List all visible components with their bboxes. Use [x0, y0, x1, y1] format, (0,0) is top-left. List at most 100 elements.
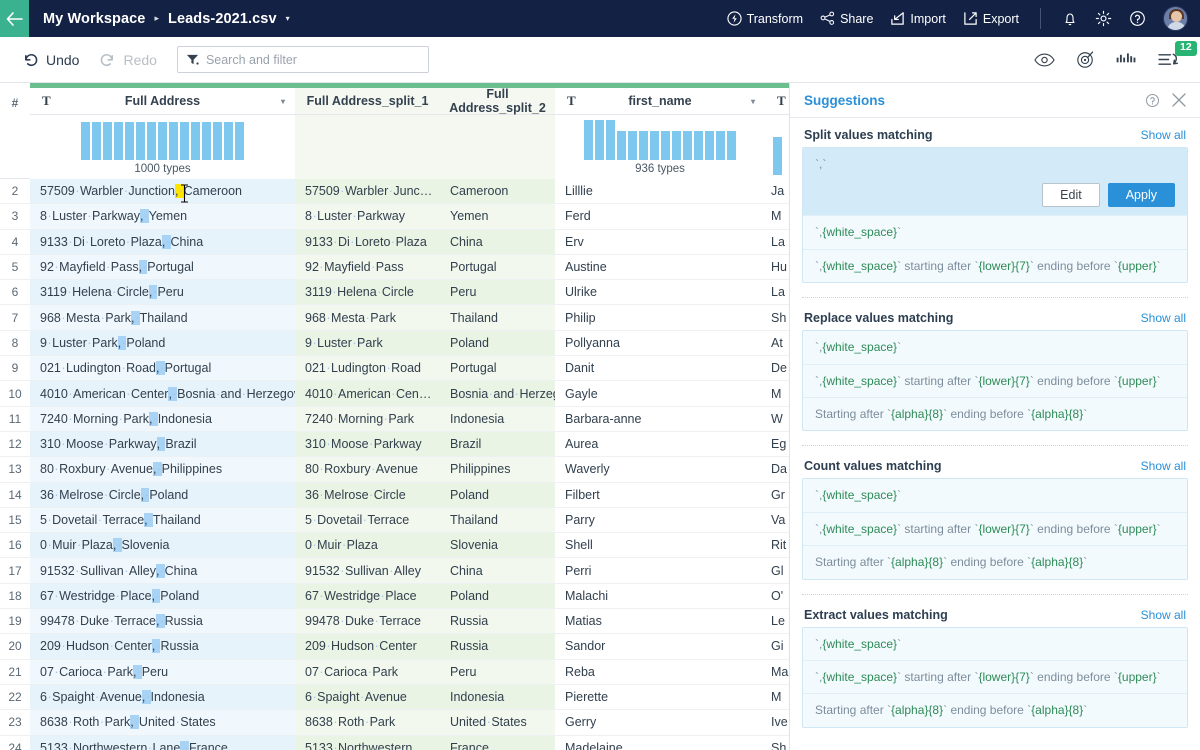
- cell-full-address[interactable]: 9·Luster·Park,·Poland: [30, 331, 295, 356]
- cell-full-address-split-2[interactable]: Portugal: [440, 255, 555, 280]
- chevron-down-icon[interactable]: ▾: [751, 97, 755, 106]
- cell-first-name[interactable]: Sandor: [555, 634, 765, 659]
- cell-full-address-split-1[interactable]: 209·Hudson·Center: [295, 634, 440, 659]
- cell-first-name[interactable]: Pollyanna: [555, 331, 765, 356]
- edit-button[interactable]: Edit: [1042, 183, 1100, 207]
- cell-full-address-split-1[interactable]: 8638·Roth·Park: [295, 710, 440, 735]
- cell-full-address[interactable]: 968·Mesta·Park,·Thailand: [30, 305, 295, 330]
- cell-first-name[interactable]: Reba: [555, 660, 765, 685]
- column-title-bar[interactable]: TFull Address▾: [30, 88, 295, 115]
- cell-full-address-split-2[interactable]: Peru: [440, 660, 555, 685]
- table-row[interactable]: 9021·Ludington·Road,·Portugal021·Ludingt…: [0, 356, 789, 381]
- import-button[interactable]: Import: [890, 11, 945, 26]
- cell-full-address-split-1[interactable]: 80·Roxbury·Avenue: [295, 457, 440, 482]
- matched-separator[interactable]: ,·: [149, 285, 158, 299]
- cell-full-address[interactable]: 57509·Warbler·Junction,·Cameroon: [30, 179, 295, 204]
- export-button[interactable]: Export: [963, 11, 1019, 26]
- cell-last-name[interactable]: Rit: [765, 533, 790, 558]
- matched-separator[interactable]: ,·: [156, 564, 165, 578]
- help-circle-icon[interactable]: [1145, 93, 1160, 108]
- cell-full-address-split-2[interactable]: Philippines: [440, 457, 555, 482]
- cell-first-name[interactable]: Ferd: [555, 204, 765, 229]
- cell-last-name[interactable]: De: [765, 356, 790, 381]
- breadcrumb-file[interactable]: Leads-2021.csv: [168, 11, 277, 27]
- cell-full-address-split-2[interactable]: China: [440, 230, 555, 255]
- cell-last-name[interactable]: Hu: [765, 255, 790, 280]
- avatar[interactable]: [1163, 6, 1188, 31]
- cell-full-address-split-1[interactable]: 92·Mayfield·Pass: [295, 255, 440, 280]
- target-icon[interactable]: [1076, 50, 1095, 69]
- cell-first-name[interactable]: Danit: [555, 356, 765, 381]
- cell-last-name[interactable]: W: [765, 407, 790, 432]
- matched-separator[interactable]: ,·: [156, 614, 165, 628]
- cell-first-name[interactable]: Barbara-anne: [555, 407, 765, 432]
- matched-separator[interactable]: ,·: [140, 209, 149, 223]
- table-row[interactable]: 155·Dovetail·Terrace,·Thailand5·Dovetail…: [0, 508, 789, 533]
- suggestion-item[interactable]: Starting after `{alpha}{8}` ending befor…: [803, 546, 1187, 578]
- suggestion-item[interactable]: `,{white_space}` starting after `{lower}…: [803, 513, 1187, 546]
- matched-separator[interactable]: ,·: [139, 260, 148, 274]
- cell-full-address[interactable]: 0·Muir·Plaza,·Slovenia: [30, 533, 295, 558]
- table-row[interactable]: 20209·Hudson·Center,·Russia209·Hudson·Ce…: [0, 634, 789, 659]
- cell-full-address[interactable]: 3119·Helena·Circle,·Peru: [30, 280, 295, 305]
- column-header-full-address-split-1[interactable]: Full Address_split_1: [295, 83, 440, 179]
- show-all-link[interactable]: Show all: [1141, 128, 1186, 142]
- cell-full-address-split-2[interactable]: Indonesia: [440, 407, 555, 432]
- cell-full-address-split-2[interactable]: Poland: [440, 331, 555, 356]
- cell-full-address-split-2[interactable]: Bosnia·and·Herzego…: [440, 381, 555, 406]
- suggestion-item[interactable]: Starting after `{alpha}{8}` ending befor…: [803, 398, 1187, 430]
- cell-full-address-split-2[interactable]: Poland: [440, 483, 555, 508]
- matched-separator[interactable]: ,·: [142, 690, 151, 704]
- cell-full-address-split-1[interactable]: 310·Moose·Parkway: [295, 432, 440, 457]
- cell-full-address-split-2[interactable]: Cameroon: [440, 179, 555, 204]
- cell-full-address[interactable]: 5·Dovetail·Terrace,·Thailand: [30, 508, 295, 533]
- cell-full-address[interactable]: 67·Westridge·Place,·Poland: [30, 584, 295, 609]
- cell-first-name[interactable]: Waverly: [555, 457, 765, 482]
- cell-first-name[interactable]: Filbert: [555, 483, 765, 508]
- cell-full-address[interactable]: 021·Ludington·Road,·Portugal: [30, 356, 295, 381]
- cell-first-name[interactable]: Matias: [555, 609, 765, 634]
- undo-button[interactable]: Undo: [12, 52, 89, 68]
- cell-first-name[interactable]: Austine: [555, 255, 765, 280]
- cell-full-address[interactable]: 9133·Di·Loreto·Plaza,·China: [30, 230, 295, 255]
- table-row[interactable]: 1436·Melrose·Circle,·Poland36·Melrose·Ci…: [0, 483, 789, 508]
- cell-last-name[interactable]: La: [765, 230, 790, 255]
- column-header-full-address[interactable]: TFull Address▾1000 types: [30, 83, 295, 179]
- show-all-link[interactable]: Show all: [1141, 459, 1186, 473]
- cell-last-name[interactable]: Sh: [765, 305, 790, 330]
- suggestion-item[interactable]: `,{white_space}` starting after `{lower}…: [803, 250, 1187, 282]
- cell-full-address[interactable]: 99478·Duke·Terrace,·Russia: [30, 609, 295, 634]
- table-row[interactable]: 12310·Moose·Parkway,·Brazil310·Moose·Par…: [0, 432, 789, 457]
- table-row[interactable]: 63119·Helena·Circle,·Peru3119·Helena·Cir…: [0, 280, 789, 305]
- table-row[interactable]: 117240·Morning·Park,·Indonesia7240·Morni…: [0, 407, 789, 432]
- table-row[interactable]: 1791532·Sullivan·Alley,·China91532·Sulli…: [0, 558, 789, 583]
- cell-full-address[interactable]: 07·Carioca·Park,·Peru: [30, 660, 295, 685]
- matched-separator[interactable]: ,·: [152, 589, 161, 603]
- table-row[interactable]: 2107·Carioca·Park,·Peru07·Carioca·ParkPe…: [0, 660, 789, 685]
- redo-button[interactable]: Redo: [89, 52, 166, 68]
- table-row[interactable]: 257509·Warbler·Junction,·Cameroon57509·W…: [0, 179, 789, 204]
- apply-button[interactable]: Apply: [1108, 183, 1175, 207]
- table-row[interactable]: 238638·Roth·Park,·United·States8638·Roth…: [0, 710, 789, 735]
- cell-full-address-split-2[interactable]: Thailand: [440, 305, 555, 330]
- cell-full-address-split-2[interactable]: Russia: [440, 609, 555, 634]
- table-row[interactable]: 160·Muir·Plaza,·Slovenia0·Muir·PlazaSlov…: [0, 533, 789, 558]
- cell-last-name[interactable]: M: [765, 204, 790, 229]
- text-cursor-selection[interactable]: ,·: [175, 184, 184, 198]
- cell-last-name[interactable]: M: [765, 685, 790, 710]
- table-row[interactable]: 1380·Roxbury·Avenue,·Philippines80·Roxbu…: [0, 457, 789, 482]
- table-row[interactable]: 7968·Mesta·Park,·Thailand968·Mesta·ParkT…: [0, 305, 789, 330]
- cell-full-address[interactable]: 80·Roxbury·Avenue,·Philippines: [30, 457, 295, 482]
- cell-last-name[interactable]: Sh: [765, 736, 790, 750]
- cell-full-address-split-1[interactable]: 9133·Di·Loreto·Plaza: [295, 230, 440, 255]
- suggestion-item[interactable]: `,{white_space}` starting after `{lower}…: [803, 365, 1187, 398]
- cell-first-name[interactable]: Philip: [555, 305, 765, 330]
- matched-separator[interactable]: ,·: [149, 412, 158, 426]
- cell-full-address-split-1[interactable]: 021·Ludington·Road: [295, 356, 440, 381]
- column-title-bar[interactable]: Full Address_split_1: [295, 88, 440, 115]
- cell-full-address-split-1[interactable]: 57509·Warbler·Junc…: [295, 179, 440, 204]
- search-input[interactable]: Search and filter: [206, 53, 297, 67]
- column-header-full-address-split-2[interactable]: Full Address_split_2: [440, 83, 555, 179]
- cell-first-name[interactable]: Parry: [555, 508, 765, 533]
- breadcrumb-workspace[interactable]: My Workspace: [43, 11, 145, 27]
